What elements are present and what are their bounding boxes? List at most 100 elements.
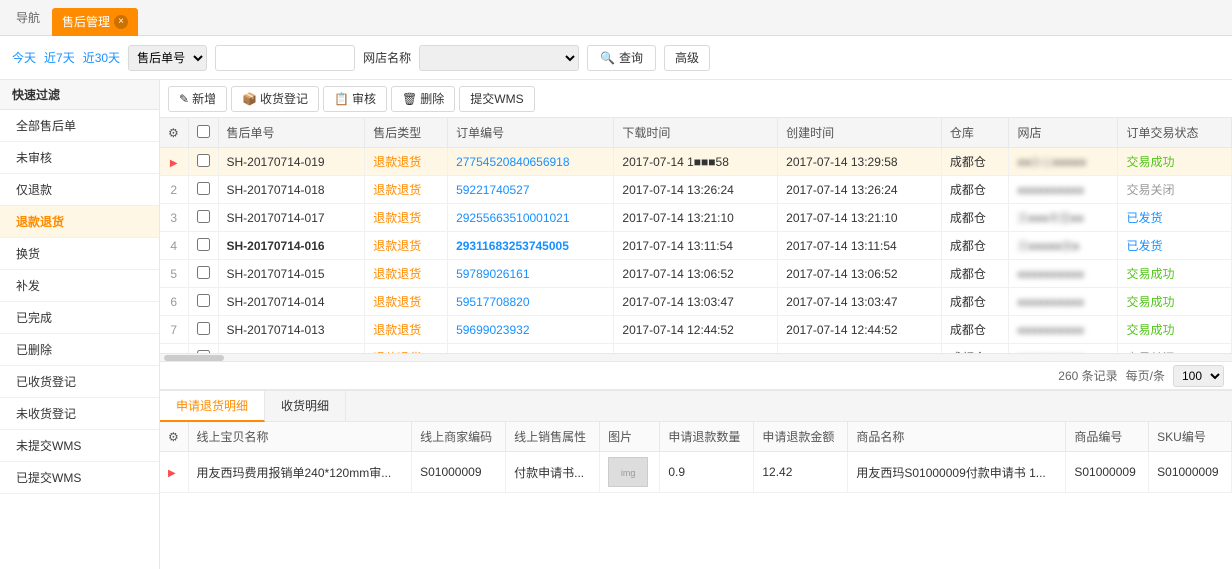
- download-time: 2017-07-14 13:21:10: [614, 204, 778, 232]
- nav-label: 导航: [8, 9, 48, 26]
- after-sale-type: 退款退货: [365, 288, 448, 316]
- advanced-button[interactable]: 高级: [664, 45, 710, 71]
- sidebar-item-completed[interactable]: 已完成: [0, 302, 159, 334]
- sidebar-item-refund_return[interactable]: 退款退货: [0, 206, 159, 238]
- nav-tab-after-sale[interactable]: 售后管理 ×: [52, 8, 138, 36]
- row-checkbox-cell[interactable]: [188, 316, 218, 344]
- sidebar-item-all[interactable]: 全部售后单: [0, 110, 159, 142]
- shop: 苏■■■■■旗■: [1009, 232, 1118, 260]
- sidebar-item-unaudited[interactable]: 未审核: [0, 142, 159, 174]
- receive-button[interactable]: 📦 收货登记: [231, 86, 319, 112]
- col-shop: 网店: [1009, 118, 1118, 148]
- row-checkbox[interactable]: [197, 154, 210, 167]
- row-checkbox[interactable]: [197, 266, 210, 279]
- after-sale-num: SH-20170714-013: [218, 316, 365, 344]
- download-time: 2017-07-14 1■■■58: [614, 148, 778, 176]
- delete-icon: 🗑: [402, 92, 417, 106]
- main-table: ⚙ 售后单号 售后类型 订单编号 下载时间 创建时间 仓库 网店 订单交易状态: [160, 118, 1232, 353]
- row-checkbox-cell[interactable]: [188, 344, 218, 354]
- download-time: 2017-07-14 12:44:52: [614, 316, 778, 344]
- create-time: 2017-07-14 11:47:51: [778, 344, 942, 354]
- delete-button[interactable]: 🗑 删除: [391, 86, 455, 112]
- row-play-cell: ▶: [160, 148, 188, 176]
- row-checkbox[interactable]: [197, 210, 210, 223]
- sidebar-item-supplement[interactable]: 补发: [0, 270, 159, 302]
- table-row[interactable]: 2 SH-20170714-018 退款退货 59221740527 2017-…: [160, 176, 1232, 204]
- product-name: 用友西玛费用报销单240*120mm审...: [188, 452, 412, 493]
- close-icon[interactable]: ×: [114, 15, 128, 29]
- select-all-checkbox[interactable]: [197, 125, 210, 138]
- detail-tab-refund_detail[interactable]: 申请退货明细: [160, 391, 265, 422]
- trade-num: 59789026161: [448, 260, 614, 288]
- warehouse: 成都仓: [941, 176, 1009, 204]
- table-row[interactable]: 3 SH-20170714-017 退款退货 29255663510001021…: [160, 204, 1232, 232]
- table-row[interactable]: 6 SH-20170714-014 退款退货 59517708820 2017-…: [160, 288, 1232, 316]
- detail-table: ⚙ 线上宝贝名称 线上商家编码 线上销售属性 图片 申请退款数量 申请退款金额 …: [160, 422, 1232, 493]
- sidebar-item-received_reg[interactable]: 已收货登记: [0, 366, 159, 398]
- row-checkbox[interactable]: [197, 322, 210, 335]
- table-row[interactable]: 4 SH-20170714-016 退款退货 29311683253745005…: [160, 232, 1232, 260]
- row-checkbox[interactable]: [197, 238, 210, 251]
- week7-filter[interactable]: 近7天: [44, 49, 75, 66]
- trade-status: 交易成功: [1118, 316, 1232, 344]
- query-button[interactable]: 🔍 查询: [587, 45, 656, 71]
- row-checkbox[interactable]: [197, 294, 210, 307]
- add-button[interactable]: ✎ 新增: [168, 86, 227, 112]
- month30-filter[interactable]: 近30天: [83, 49, 120, 66]
- table-row[interactable]: 7 SH-20170714-013 退款退货 59699023932 2017-…: [160, 316, 1232, 344]
- detail-tabs: 申请退货明细收货明细: [160, 391, 1232, 422]
- checkbox-col-header[interactable]: [188, 118, 218, 148]
- sidebar-item-deleted[interactable]: 已删除: [0, 334, 159, 366]
- row-checkbox[interactable]: [197, 182, 210, 195]
- audit-button[interactable]: 📋 审核: [323, 86, 387, 112]
- trade-status: 已发货: [1118, 204, 1232, 232]
- search-input[interactable]: [215, 45, 355, 71]
- warehouse: 成都仓: [941, 260, 1009, 288]
- create-time: 2017-07-14 13:21:10: [778, 204, 942, 232]
- row-checkbox-cell[interactable]: [188, 288, 218, 316]
- audit-icon: 📋: [334, 92, 349, 106]
- row-checkbox-cell[interactable]: [188, 148, 218, 176]
- toolbar: ✎ 新增 📦 收货登记 📋 审核 🗑 删除 提交WMS: [160, 80, 1232, 118]
- detail-tab-receive_detail[interactable]: 收货明细: [265, 391, 346, 421]
- after-sale-type: 退款退货: [365, 204, 448, 232]
- field-select-wrap: 售后单号: [128, 45, 207, 71]
- today-filter[interactable]: 今天: [12, 49, 36, 66]
- detail-table-row[interactable]: ▶ 用友西玛费用报销单240*120mm审... S01000009 付款申请书…: [160, 452, 1232, 493]
- per-page-select[interactable]: 100: [1173, 365, 1224, 387]
- row-checkbox-cell[interactable]: [188, 204, 218, 232]
- product-img: img: [608, 457, 648, 487]
- table-row[interactable]: ▶ SH-20170714-019 退款退货 27754520840656918…: [160, 148, 1232, 176]
- table-row[interactable]: 8 SH-20170714-012 退款退货 13482359575155656…: [160, 344, 1232, 354]
- product-img-cell: img: [600, 452, 660, 493]
- row-play-cell: 2: [160, 176, 188, 204]
- download-time: 2017-07-14 13:03:47: [614, 288, 778, 316]
- trade-num: 29255663510001021: [448, 204, 614, 232]
- search-icon: 🔍: [600, 51, 615, 65]
- sidebar-item-refund_only[interactable]: 仅退款: [0, 174, 159, 206]
- submit-wms-button[interactable]: 提交WMS: [459, 86, 534, 112]
- col-create-time: 创建时间: [778, 118, 942, 148]
- row-checkbox-cell[interactable]: [188, 260, 218, 288]
- per-page-label: 每页/条: [1126, 367, 1165, 384]
- after-sale-num: SH-20170714-014: [218, 288, 365, 316]
- row-checkbox-cell[interactable]: [188, 232, 218, 260]
- sidebar-item-not_submitted_wms[interactable]: 未提交WMS: [0, 430, 159, 462]
- row-checkbox-cell[interactable]: [188, 176, 218, 204]
- table-row[interactable]: 5 SH-20170714-015 退款退货 59789026161 2017-…: [160, 260, 1232, 288]
- sidebar-item-submitted_wms[interactable]: 已提交WMS: [0, 462, 159, 494]
- play-icon: ▶: [168, 468, 176, 479]
- table-header-row: ⚙ 售后单号 售后类型 订单编号 下载时间 创建时间 仓库 网店 订单交易状态: [160, 118, 1232, 148]
- create-time: 2017-07-14 13:29:58: [778, 148, 942, 176]
- shop-select[interactable]: [419, 45, 579, 71]
- sidebar-item-not_received[interactable]: 未收货登记: [0, 398, 159, 430]
- create-time: 2017-07-14 12:44:52: [778, 316, 942, 344]
- after-sale-num: SH-20170714-015: [218, 260, 365, 288]
- download-time: 2017-07-14 13:06:52: [614, 260, 778, 288]
- field-select[interactable]: 售后单号: [128, 45, 207, 71]
- row-play-cell: 3: [160, 204, 188, 232]
- after-sale-type: 退款退货: [365, 260, 448, 288]
- sidebar-item-exchange[interactable]: 换货: [0, 238, 159, 270]
- settings-col-header[interactable]: ⚙: [160, 118, 188, 148]
- download-time: 2017-07-14 13:11:54: [614, 232, 778, 260]
